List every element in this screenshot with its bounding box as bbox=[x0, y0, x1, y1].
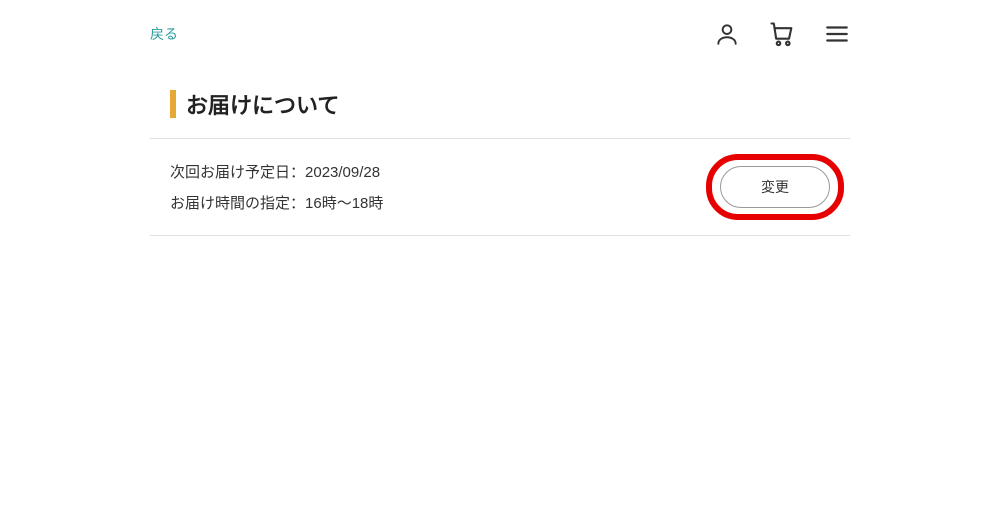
delivery-date-value: 2023/09/28 bbox=[305, 164, 380, 181]
section-title: お届けについて bbox=[186, 88, 339, 120]
account-button[interactable] bbox=[714, 21, 740, 47]
back-link[interactable]: 戻る bbox=[150, 24, 178, 44]
cart-button[interactable] bbox=[768, 20, 796, 48]
header: 戻る bbox=[150, 0, 850, 68]
delivery-time-line: お届け時間の指定：16時～18時 bbox=[170, 192, 383, 213]
menu-icon bbox=[824, 21, 850, 47]
section-header: お届けについて bbox=[170, 88, 850, 120]
delivery-time-label: お届け時間の指定： bbox=[170, 195, 305, 212]
delivery-time-value: 16時～18時 bbox=[305, 195, 383, 212]
section-accent-bar bbox=[170, 90, 176, 118]
delivery-date-label: 次回お届け予定日： bbox=[170, 164, 305, 181]
change-button-wrap: 変更 bbox=[720, 166, 830, 208]
user-icon bbox=[714, 21, 740, 47]
header-icons bbox=[714, 20, 850, 48]
menu-button[interactable] bbox=[824, 21, 850, 47]
delivery-date-line: 次回お届け予定日：2023/09/28 bbox=[170, 161, 383, 182]
change-button[interactable]: 変更 bbox=[720, 166, 830, 208]
delivery-info: 次回お届け予定日：2023/09/28 お届け時間の指定：16時～18時 bbox=[170, 161, 383, 213]
delivery-box: 次回お届け予定日：2023/09/28 お届け時間の指定：16時～18時 変更 bbox=[150, 138, 850, 236]
cart-icon bbox=[768, 20, 796, 48]
